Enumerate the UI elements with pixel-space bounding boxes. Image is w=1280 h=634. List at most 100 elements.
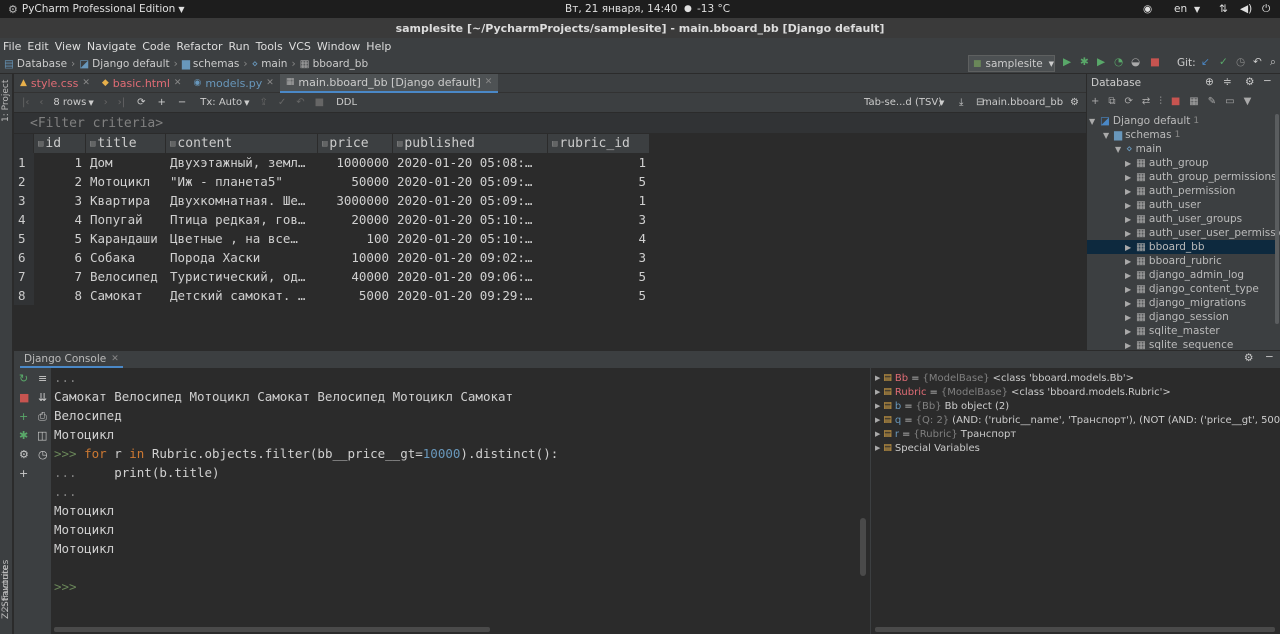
- tab-django-console[interactable]: Django Console ✕: [20, 351, 123, 368]
- concurrency-icon[interactable]: ◒: [1131, 56, 1140, 68]
- expand-arrow-icon[interactable]: ▶: [875, 374, 880, 382]
- column-header-rubric-id[interactable]: ▤ rubric_id: [548, 134, 650, 153]
- expand-arrow-icon[interactable]: ▶: [1125, 229, 1133, 238]
- cell-price[interactable]: 100: [318, 229, 393, 248]
- cell-price[interactable]: 50000: [318, 172, 393, 191]
- filter-criteria-input[interactable]: <Filter criteria>: [14, 113, 1086, 133]
- breadcrumb-database[interactable]: ▤ Database ›: [4, 58, 75, 70]
- cell-title[interactable]: Дом: [86, 153, 166, 172]
- coverage-icon[interactable]: ▶: [1097, 56, 1105, 68]
- collapse-icon[interactable]: ≑: [1223, 76, 1232, 88]
- stop-icon[interactable]: ■: [19, 391, 29, 404]
- column-header-title[interactable]: ▤ title: [86, 134, 166, 153]
- close-icon[interactable]: ✕: [174, 78, 182, 88]
- add-icon[interactable]: +: [1091, 96, 1099, 107]
- menu-view[interactable]: View: [55, 40, 81, 53]
- language-indicator[interactable]: en: [1174, 3, 1187, 15]
- tree-table-django-session[interactable]: ▶ ▦ django_session: [1125, 310, 1229, 324]
- run-icon[interactable]: ▶: [1063, 56, 1071, 68]
- cell-content[interactable]: Двухкомнатная. Ше…: [166, 191, 318, 210]
- column-header-published[interactable]: ▤ published: [393, 134, 548, 153]
- expand-arrow-icon[interactable]: ▶: [1125, 159, 1133, 168]
- remove-row-icon[interactable]: −: [178, 97, 186, 108]
- tree-table-bboard-rubric[interactable]: ▶ ▦ bboard_rubric: [1125, 254, 1222, 268]
- cell-id[interactable]: 7: [34, 267, 86, 286]
- weather-temp[interactable]: -13 °C: [697, 3, 730, 15]
- console-output[interactable]: ... Самокат Велосипед Мотоцикл Самокат Ве…: [52, 368, 868, 634]
- menu-help[interactable]: Help: [366, 40, 391, 53]
- gnome-logo-icon[interactable]: ⚙: [8, 3, 18, 16]
- expand-arrow-icon[interactable]: ▶: [875, 444, 880, 452]
- tree-table-auth-user[interactable]: ▶ ▦ auth_user: [1125, 198, 1201, 212]
- tab-basic-html[interactable]: ◆ basic.html ✕: [96, 74, 188, 93]
- cell-id[interactable]: 4: [34, 210, 86, 229]
- expand-arrow-icon[interactable]: ▶: [1125, 173, 1133, 182]
- menu-tools[interactable]: Tools: [256, 40, 283, 53]
- cell-title[interactable]: Квартира: [86, 191, 166, 210]
- expand-arrow-icon[interactable]: ▶: [1125, 271, 1133, 280]
- rollback-icon[interactable]: ↶: [296, 97, 304, 108]
- minimize-icon[interactable]: −: [1265, 351, 1274, 363]
- cell-title[interactable]: Карандаши: [86, 229, 166, 248]
- cell-price[interactable]: 10000: [318, 248, 393, 267]
- cell-published[interactable]: 2020-01-20 05:08:…: [393, 153, 548, 172]
- tree-datasource[interactable]: ▼ ◪ Django default 1: [1089, 114, 1199, 128]
- first-page-icon[interactable]: |‹: [22, 97, 29, 108]
- tree-table-django-migrations[interactable]: ▶ ▦ django_migrations: [1125, 296, 1246, 310]
- close-icon[interactable]: ✕: [485, 77, 493, 87]
- cell-published[interactable]: 2020-01-20 05:09:…: [393, 191, 548, 210]
- cell-rubric-id[interactable]: 5: [548, 267, 650, 286]
- breadcrumb-schemas[interactable]: ▆ schemas ›: [182, 58, 248, 70]
- console-icon[interactable]: ▭: [1225, 96, 1234, 107]
- cell-content[interactable]: Детский самокат. …: [166, 286, 318, 305]
- cell-rubric-id[interactable]: 3: [548, 210, 650, 229]
- rows-count[interactable]: 8 rows: [53, 97, 86, 108]
- last-page-icon[interactable]: ›|: [118, 97, 125, 108]
- profile-icon[interactable]: ◔: [1114, 56, 1123, 68]
- tree-table-django-content-type[interactable]: ▶ ▦ django_content_type: [1125, 282, 1259, 296]
- duplicate-icon[interactable]: ⧉: [1108, 96, 1115, 107]
- stop-icon[interactable]: ■: [315, 97, 324, 108]
- commit-icon[interactable]: ⇪: [259, 97, 267, 108]
- power-icon[interactable]: ⏻: [1262, 3, 1270, 16]
- add-row-icon[interactable]: +: [157, 97, 165, 108]
- expand-arrow-icon[interactable]: ▶: [1125, 313, 1133, 322]
- expand-arrow-icon[interactable]: ▶: [1125, 341, 1133, 350]
- cell-title[interactable]: Самокат: [86, 286, 166, 305]
- globe-icon[interactable]: ⊕: [1205, 76, 1214, 88]
- variable-row[interactable]: ▶ ▤ b = {Bb} Bb object (2): [875, 399, 1009, 413]
- cell-id[interactable]: 3: [34, 191, 86, 210]
- cell-id[interactable]: 5: [34, 229, 86, 248]
- revert-icon[interactable]: ↶: [1253, 56, 1262, 68]
- tree-schema-main[interactable]: ▼ ⋄ main: [1115, 142, 1162, 156]
- new-console-icon[interactable]: +: [19, 410, 28, 423]
- variable-row[interactable]: ▶ ▤ Bb = {ModelBase} <class 'bboard.models.Bb…: [875, 371, 1134, 385]
- history-icon[interactable]: ◷: [1236, 56, 1245, 68]
- tab-style-css[interactable]: ▲ style.css ✕: [14, 74, 96, 93]
- add-icon[interactable]: +: [19, 467, 28, 480]
- funnel-icon[interactable]: ▼: [1244, 96, 1252, 107]
- export-format[interactable]: Tab-se...d (TSV): [864, 97, 942, 108]
- cell-price[interactable]: 20000: [318, 210, 393, 229]
- expand-arrow-icon[interactable]: ▼: [1103, 131, 1111, 140]
- tree-table-auth-user-groups[interactable]: ▶ ▦ auth_user_groups: [1125, 212, 1242, 226]
- cell-content[interactable]: Птица редкая, гов…: [166, 210, 318, 229]
- tx-mode[interactable]: Tx: Auto: [200, 97, 242, 108]
- cell-rubric-id[interactable]: 1: [548, 153, 650, 172]
- expand-arrow-icon[interactable]: ▼: [1089, 117, 1097, 126]
- expand-arrow-icon[interactable]: ▶: [1125, 299, 1133, 308]
- cell-price[interactable]: 40000: [318, 267, 393, 286]
- close-icon[interactable]: ✕: [111, 354, 119, 364]
- table-view-icon[interactable]: ▦: [1189, 96, 1198, 107]
- expand-arrow-icon[interactable]: ▶: [1125, 243, 1133, 252]
- cell-rubric-id[interactable]: 1: [548, 191, 650, 210]
- tree-table-auth-permission[interactable]: ▶ ▦ auth_permission: [1125, 184, 1235, 198]
- tree-table-sqlite-master[interactable]: ▶ ▦ sqlite_master: [1125, 324, 1220, 338]
- expand-arrow-icon[interactable]: ▶: [1125, 215, 1133, 224]
- breadcrumb-table[interactable]: ▦ bboard_bb: [300, 58, 369, 70]
- variable-row[interactable]: ▶ ▤ Special Variables: [875, 441, 980, 455]
- clock[interactable]: Вт, 21 января, 14:40: [565, 3, 677, 15]
- breadcrumb-datasource[interactable]: ◪ Django default ›: [79, 58, 178, 70]
- cell-published[interactable]: 2020-01-20 09:02:…: [393, 248, 548, 267]
- history-icon[interactable]: ◷: [38, 448, 48, 461]
